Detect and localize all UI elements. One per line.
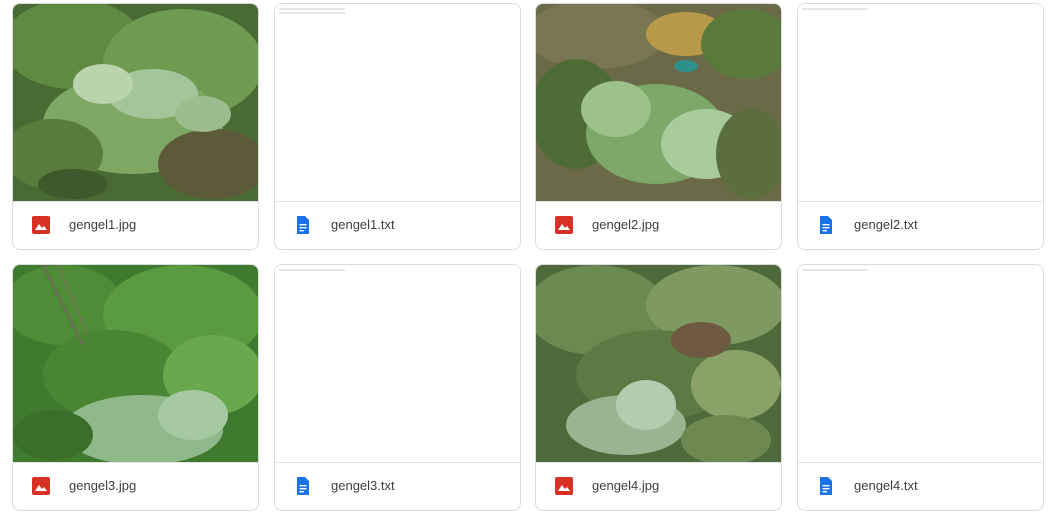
file-name: gengel3.txt <box>331 478 395 493</box>
file-name: gengel4.jpg <box>592 478 660 493</box>
file-card-gengel3-txt[interactable]: gengel3.txt <box>274 264 521 511</box>
file-card-gengel4-txt[interactable]: gengel4.txt <box>797 264 1044 511</box>
document-preview[interactable] <box>275 4 520 201</box>
file-card-footer: gengel3.jpg <box>13 462 258 510</box>
document-preview[interactable] <box>798 4 1043 201</box>
file-card-footer: gengel1.txt <box>275 201 520 249</box>
file-card-footer: gengel4.txt <box>798 462 1043 510</box>
document-preview[interactable] <box>798 265 1043 462</box>
doc-file-icon <box>820 216 832 234</box>
file-grid: gengel1.jpg gengel1.txt gengel2.jpg geng… <box>0 0 1061 518</box>
doc-file-icon <box>297 216 309 234</box>
file-name: gengel4.txt <box>854 478 918 493</box>
doc-file-icon <box>297 477 309 495</box>
document-preview[interactable] <box>275 265 520 462</box>
image-file-icon <box>555 216 573 234</box>
image-thumbnail[interactable] <box>536 265 781 462</box>
file-name: gengel2.txt <box>854 217 918 232</box>
file-card-gengel1-jpg[interactable]: gengel1.jpg <box>12 3 259 250</box>
file-card-gengel4-jpg[interactable]: gengel4.jpg <box>535 264 782 511</box>
doc-file-icon <box>820 477 832 495</box>
file-name: gengel2.jpg <box>592 217 660 232</box>
file-name: gengel1.jpg <box>69 217 137 232</box>
file-card-gengel2-jpg[interactable]: gengel2.jpg <box>535 3 782 250</box>
file-card-gengel1-txt[interactable]: gengel1.txt <box>274 3 521 250</box>
image-thumbnail[interactable] <box>13 265 258 462</box>
file-card-footer: gengel4.jpg <box>536 462 781 510</box>
file-card-gengel2-txt[interactable]: gengel2.txt <box>797 3 1044 250</box>
image-thumbnail[interactable] <box>536 4 781 201</box>
file-card-gengel3-jpg[interactable]: gengel3.jpg <box>12 264 259 511</box>
file-card-footer: gengel2.jpg <box>536 201 781 249</box>
file-name: gengel3.jpg <box>69 478 137 493</box>
file-card-footer: gengel2.txt <box>798 201 1043 249</box>
file-card-footer: gengel3.txt <box>275 462 520 510</box>
image-file-icon <box>555 477 573 495</box>
image-file-icon <box>32 477 50 495</box>
file-card-footer: gengel1.jpg <box>13 201 258 249</box>
image-thumbnail[interactable] <box>13 4 258 201</box>
image-file-icon <box>32 216 50 234</box>
file-name: gengel1.txt <box>331 217 395 232</box>
